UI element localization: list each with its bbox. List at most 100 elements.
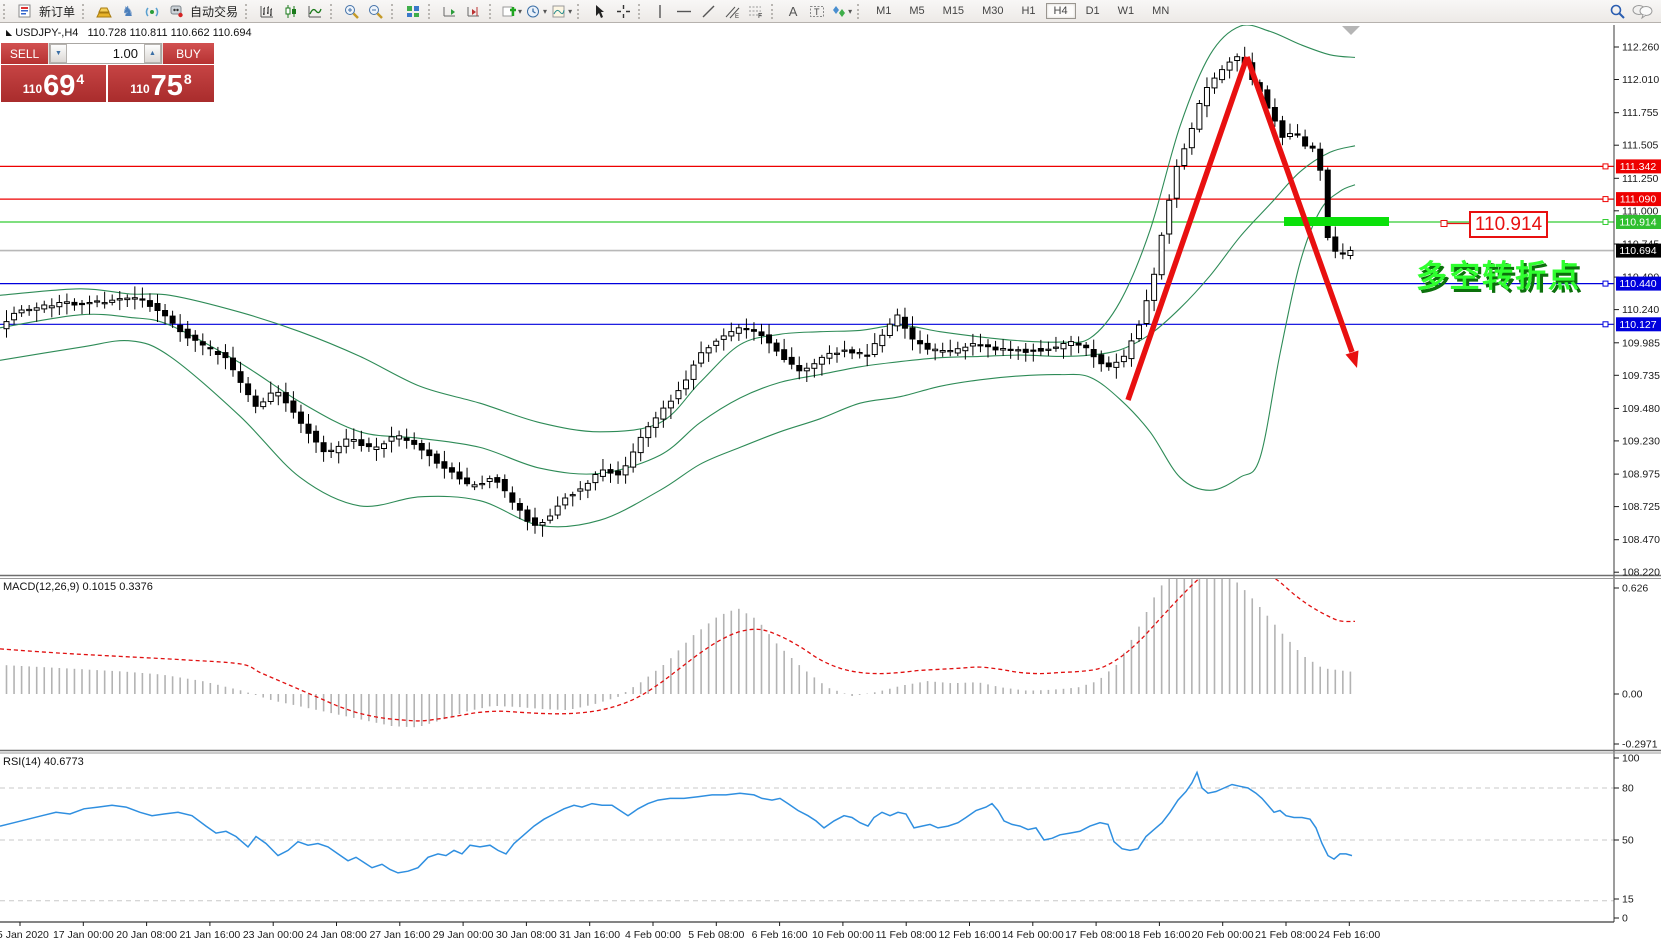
candle-body <box>638 437 643 452</box>
timeframe-m5[interactable]: M5 <box>901 3 932 19</box>
candle-body <box>1348 251 1353 256</box>
candle-chart-icon[interactable] <box>279 1 303 21</box>
timeframe-d1[interactable]: D1 <box>1078 3 1108 19</box>
new-order-icon[interactable] <box>13 1 37 21</box>
candle-body <box>1144 301 1149 324</box>
volume-increase-button[interactable]: ▲ <box>144 44 161 63</box>
candle-body <box>1159 235 1164 274</box>
candle-body <box>963 347 968 351</box>
candle-body <box>1318 149 1323 170</box>
new-order-button[interactable]: 新订单 <box>37 3 79 20</box>
chart-canvas[interactable]: 112.260112.010111.755111.505111.250111.0… <box>0 0 1661 943</box>
gold-ingot-icon[interactable] <box>92 1 116 21</box>
axis-tick-label: 0 <box>1622 913 1628 925</box>
timeframe-w1[interactable]: W1 <box>1110 3 1143 19</box>
axis-tick-label: 110.240 <box>1622 304 1659 316</box>
hline-endpoint-111.090[interactable] <box>1603 197 1608 202</box>
trendline-icon[interactable] <box>696 1 720 21</box>
vertical-line-icon[interactable] <box>648 1 672 21</box>
volume-decrease-button[interactable]: ▼ <box>50 44 67 63</box>
cursor-icon[interactable] <box>587 1 611 21</box>
text-label-icon[interactable]: T <box>805 1 829 21</box>
toolbar-grip[interactable] <box>3 4 9 19</box>
toolbar-grip[interactable] <box>771 4 777 19</box>
signals-icon[interactable] <box>140 1 164 21</box>
candle-body <box>925 343 930 349</box>
timeframe-m30[interactable]: M30 <box>974 3 1011 19</box>
indicators-icon[interactable]: ▾ <box>499 1 524 21</box>
zoom-in-icon[interactable] <box>340 1 364 21</box>
sell-button[interactable]: SELL <box>1 43 49 64</box>
line-chart-icon[interactable] <box>303 1 327 21</box>
crosshair-icon[interactable] <box>611 1 635 21</box>
axis-tick-label: 108.470 <box>1622 534 1660 546</box>
macd-main-value: 0.1015 <box>82 581 116 593</box>
candle-body <box>1046 349 1051 350</box>
text-icon[interactable]: A <box>781 1 805 21</box>
hline-endpoint-110.914[interactable] <box>1603 220 1608 225</box>
hline-endpoint-111.342[interactable] <box>1603 164 1608 169</box>
toolbar-grip[interactable] <box>245 4 251 19</box>
channel-icon[interactable]: E <box>720 1 744 21</box>
timeframe-m15[interactable]: M15 <box>935 3 972 19</box>
toolbar-grip[interactable] <box>857 4 863 19</box>
autotrading-button[interactable]: 自动交易 <box>188 3 242 20</box>
toolbar-grip[interactable] <box>82 4 88 19</box>
symbol-ohlc-line: ◣ USDJPY-,H4 110.728 110.811 110.662 110… <box>6 27 252 39</box>
candle-body <box>676 391 681 399</box>
tile-windows-icon[interactable] <box>401 1 425 21</box>
toolbar-grip[interactable] <box>577 4 583 19</box>
autotrading-icon[interactable] <box>164 1 188 21</box>
toolbar-grip[interactable] <box>428 4 434 19</box>
chart-shift-icon[interactable] <box>462 1 486 21</box>
timeframe-mn[interactable]: MN <box>1144 3 1177 19</box>
candle-body <box>835 353 840 354</box>
price-tag-box[interactable]: 110.914 <box>1469 211 1548 238</box>
templates-icon[interactable]: ▾ <box>549 1 574 21</box>
turning-point-annotation[interactable]: 多空转折点 <box>1416 251 1581 296</box>
toolbar-grip[interactable] <box>638 4 644 19</box>
hline-endpoint-110.440[interactable] <box>1603 281 1608 286</box>
strategy-horse-icon[interactable]: ♞ <box>116 1 140 21</box>
svg-text:E: E <box>735 14 739 19</box>
bid-price-panel[interactable]: 110 69 4 <box>1 65 106 102</box>
candle-body <box>1038 349 1043 352</box>
periods-icon[interactable]: ▾ <box>524 1 549 21</box>
zoom-out-icon[interactable] <box>364 1 388 21</box>
price-badge-label: 111.342 <box>1620 161 1657 173</box>
timeframe-h1[interactable]: H1 <box>1013 3 1043 19</box>
rsi-indicator-label: RSI(14) 40.6773 <box>3 756 84 768</box>
hline-endpoint-110.127[interactable] <box>1603 322 1608 327</box>
green-highlight-bar[interactable] <box>1284 217 1389 226</box>
search-icon[interactable] <box>1605 1 1629 21</box>
candle-body <box>147 301 152 307</box>
toolbar: 新订单 ♞ 自动交易 ▾ ▾ ▾ <box>0 0 1661 23</box>
buy-button[interactable]: BUY <box>162 43 214 64</box>
toolbar-grip[interactable] <box>330 4 336 19</box>
bar-chart-icon[interactable] <box>255 1 279 21</box>
time-label: 21 Jan 16:00 <box>180 929 241 941</box>
candle-body <box>631 452 636 467</box>
volume-input[interactable]: 1.00 <box>67 44 144 63</box>
bid-prefix: 110 <box>23 82 42 96</box>
auto-scroll-icon[interactable] <box>438 1 462 21</box>
timeframe-h4[interactable]: H4 <box>1046 3 1076 19</box>
toolbar-grip[interactable] <box>489 4 495 19</box>
chat-icon[interactable] <box>1629 1 1655 21</box>
candle-body <box>517 504 522 511</box>
ask-price-panel[interactable]: 110 75 8 <box>108 65 214 102</box>
fibonacci-icon[interactable]: F <box>744 1 768 21</box>
candle-body <box>472 485 477 487</box>
arrows-icon[interactable]: ▾ <box>829 1 854 21</box>
horizontal-line-icon[interactable] <box>672 1 696 21</box>
candle-body <box>321 443 326 452</box>
candle-body <box>12 313 17 319</box>
candle-body <box>291 401 296 412</box>
candle-body <box>1001 349 1006 351</box>
candle-body <box>268 393 273 401</box>
timeframe-m1[interactable]: M1 <box>868 3 899 19</box>
toolbar-grip[interactable] <box>391 4 397 19</box>
candle-body <box>510 493 515 502</box>
candle-body <box>57 303 62 307</box>
axis-tick-label: 109.735 <box>1622 370 1660 382</box>
